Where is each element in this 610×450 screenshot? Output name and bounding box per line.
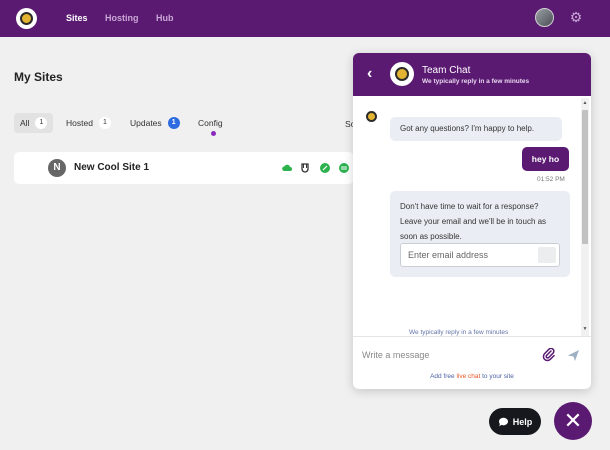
help-label: Help: [512, 416, 533, 427]
close-chat-button[interactable]: ✕: [554, 402, 592, 440]
close-icon: ✕: [563, 408, 583, 433]
site-name[interactable]: New Cool Site 1: [74, 162, 149, 173]
powered-highlight: live chat: [456, 373, 481, 380]
scroll-down-arrow-icon[interactable]: ▼: [582, 326, 588, 332]
message-input[interactable]: [362, 346, 532, 364]
config-indicator-dot: [211, 131, 216, 136]
user-message: hey ho: [522, 147, 569, 171]
chat-scrollbar[interactable]: ▲ ▼: [581, 98, 589, 336]
site-avatar: N: [48, 159, 66, 177]
reply-time-note: We typically reply in a few minutes: [409, 329, 509, 336]
message-composer: [353, 336, 591, 372]
tab-hosted-count: 1: [98, 117, 111, 129]
chat-header: ‹ Team Chat We typically reply in a few …: [353, 53, 591, 96]
message-list[interactable]: Got any questions? I'm happy to help. he…: [353, 96, 591, 336]
nav-sites[interactable]: Sites: [66, 13, 88, 23]
email-request-text: Don't have time to wait for a response? …: [400, 202, 547, 241]
chat-subtitle: We typically reply in a few minutes: [422, 78, 530, 85]
tab-all-count: 1: [35, 117, 48, 129]
bot-message-email-request: Don't have time to wait for a response? …: [390, 191, 570, 277]
scrollbar-thumb[interactable]: [582, 110, 588, 244]
send-icon[interactable]: [567, 349, 580, 362]
tab-all[interactable]: All 1: [14, 113, 54, 133]
powered-suffix: to your site: [480, 373, 514, 380]
tab-updates-label: Updates: [130, 118, 162, 128]
chat-avatar: [390, 62, 414, 86]
email-field[interactable]: [401, 244, 537, 266]
tab-config[interactable]: Config: [192, 113, 229, 133]
tab-updates[interactable]: Updates 1: [124, 113, 186, 133]
powered-by-link[interactable]: Add free live chat to your site: [353, 373, 591, 380]
chevron-left-icon[interactable]: ‹: [367, 65, 372, 83]
nav-hosting[interactable]: Hosting: [105, 13, 139, 23]
leaf-icon[interactable]: [320, 163, 330, 173]
gear-icon[interactable]: ⚙: [568, 9, 584, 25]
powered-prefix: Add free: [430, 373, 457, 380]
user-avatar[interactable]: [535, 8, 554, 27]
tab-hosted[interactable]: Hosted 1: [60, 113, 117, 133]
top-nav: Sites Hosting Hub ⚙: [0, 0, 610, 37]
tab-updates-count: 1: [167, 117, 180, 129]
chat-widget: ‹ Team Chat We typically reply in a few …: [353, 53, 591, 389]
email-submit-button[interactable]: [538, 247, 556, 263]
paperclip-icon[interactable]: [542, 348, 556, 362]
bot-avatar: [363, 108, 381, 126]
page-title: My Sites: [14, 70, 63, 84]
bee-logo-icon[interactable]: [16, 8, 37, 29]
help-button[interactable]: Help: [489, 408, 541, 435]
tab-hosted-label: Hosted: [66, 118, 93, 128]
message-timestamp: 01:52 PM: [537, 176, 565, 183]
nav-hub[interactable]: Hub: [156, 13, 174, 23]
site-row[interactable]: N New Cool Site 1: [14, 152, 354, 184]
chat-bubble-icon: [498, 417, 508, 426]
tab-all-label: All: [20, 118, 30, 128]
email-field-wrapper: [400, 243, 560, 267]
cloud-icon[interactable]: [282, 163, 292, 173]
scroll-up-arrow-icon[interactable]: ▲: [582, 100, 588, 106]
bot-message: Got any questions? I'm happy to help.: [390, 117, 562, 141]
database-icon[interactable]: [339, 163, 349, 173]
chat-title: Team Chat: [422, 65, 471, 76]
tab-config-label: Config: [198, 118, 223, 128]
shield-icon[interactable]: [300, 163, 310, 173]
